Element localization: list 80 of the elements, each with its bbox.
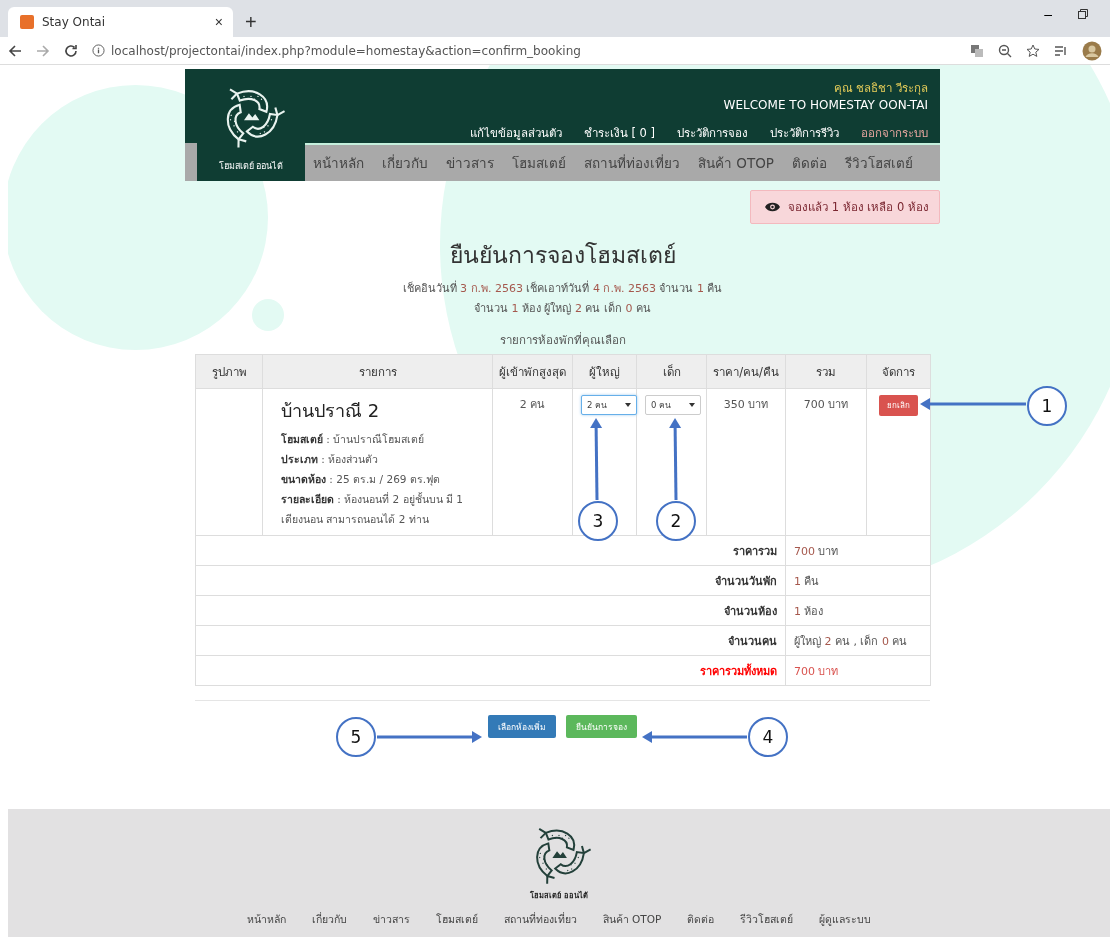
column-header: รูปภาพ xyxy=(195,354,263,389)
total-label: จำนวนวันพัก xyxy=(195,565,786,596)
total-value: 700 บาท xyxy=(785,535,931,566)
address-bar[interactable]: localhost/projectontai/index.php?module=homestay&action=confirm_booking xyxy=(111,43,581,58)
add-room-button[interactable]: เลือกห้องเพิ่ม xyxy=(488,715,556,738)
column-header: เด็ก xyxy=(636,354,707,389)
column-header: ผู้เข้าพักสูงสุด xyxy=(492,354,573,389)
caret-icon xyxy=(689,403,695,407)
restore-icon[interactable] xyxy=(1078,9,1088,19)
footer-link[interactable]: ผู้ดูแลระบบ xyxy=(819,911,872,928)
column-header: ราคา/คน/คืน xyxy=(706,354,786,389)
playlist-icon[interactable] xyxy=(1054,43,1068,58)
table-cell: 2 คน xyxy=(492,388,573,536)
account-link[interactable]: แก้ไขข้อมูลส่วนตัว xyxy=(469,124,562,142)
reload-icon[interactable] xyxy=(64,43,78,58)
room-detail: ประเภท : ห้องส่วนตัว xyxy=(281,452,380,467)
translate-icon[interactable] xyxy=(970,43,984,58)
table-cell: 350 บาท xyxy=(706,388,786,536)
account-link[interactable]: ประวัติการรีวิว xyxy=(770,124,839,142)
total-label: จำนวนห้อง xyxy=(195,595,786,626)
footer-link[interactable]: โฮมสเตย์ xyxy=(435,911,478,928)
footer-link[interactable]: สถานที่ท่องเที่ยว xyxy=(503,911,577,928)
footer-link[interactable]: หน้าหลัก xyxy=(246,911,286,928)
zoom-icon[interactable] xyxy=(998,43,1012,58)
footer-link[interactable]: ติดต่อ xyxy=(687,911,715,928)
footer-link[interactable]: สินค้า OTOP xyxy=(602,911,662,928)
total-value: 1 ห้อง xyxy=(785,595,931,626)
total-value: ผู้ใหญ่ 2 คน , เด็ก 0 คน xyxy=(785,625,931,656)
profile-avatar-icon[interactable] xyxy=(1082,40,1102,61)
nav-link[interactable]: สินค้า OTOP xyxy=(698,152,774,174)
browser-tab[interactable]: Stay Ontai × xyxy=(8,7,233,37)
account-link[interactable]: ออกจากระบบ xyxy=(861,124,928,142)
favicon-icon xyxy=(20,15,34,29)
adults-select[interactable]: 2 คน xyxy=(581,395,637,415)
account-link[interactable]: ชำระเงิน [ 0 ] xyxy=(583,124,655,142)
total-label: ราคารวมทั้งหมด xyxy=(195,655,786,686)
column-header: รวม xyxy=(785,354,867,389)
table-cell: 700 บาท xyxy=(785,388,867,536)
star-icon[interactable] xyxy=(1026,43,1040,58)
eye-icon xyxy=(765,202,781,212)
nav-link[interactable]: ข่าวสาร xyxy=(446,152,494,174)
callout-number: 5 xyxy=(336,717,376,757)
footer-link[interactable]: ข่าวสาร xyxy=(372,911,410,928)
nav-link[interactable]: สถานที่ท่องเที่ยว xyxy=(584,152,680,174)
user-name: คุณ ชลธิชา วีระกุล xyxy=(833,80,928,97)
total-value: 700 บาท xyxy=(785,655,931,686)
nav-link[interactable]: รีวิวโฮสเตย์ xyxy=(844,152,913,174)
nav-link[interactable]: หน้าหลัก xyxy=(313,152,364,174)
account-link[interactable]: ประวัติการจอง xyxy=(677,124,748,142)
callout-number: 4 xyxy=(748,717,788,757)
cancel-button[interactable]: ยกเลิก xyxy=(879,395,918,416)
info-icon[interactable] xyxy=(92,44,105,57)
alert-text: จองแล้ว 1 ห้อง เหลือ 0 ห้อง xyxy=(788,199,929,216)
logo-text: โฮมสเตย์ ออนไต้ xyxy=(218,160,284,173)
caret-icon xyxy=(625,403,631,407)
children-select[interactable]: 0 คน xyxy=(645,395,701,415)
booking-summary-text: เช็คอินวันที่ 3 ก.พ. 2563 เช็คเอาท์วันที่ 4 ก.พ. 2563 จำนวน 1 คืน xyxy=(402,279,723,297)
page-title: ยืนยันการจองโฮมสเตย์ xyxy=(448,241,677,270)
footer-link[interactable]: เกี่ยวกับ xyxy=(311,911,347,928)
booking-summary-text: จำนวน 1 ห้อง ผู้ใหญ่ 2 คน เด็ก 0 คน xyxy=(474,300,651,317)
total-value: 1 คืน xyxy=(785,565,931,596)
footer-link[interactable]: รีวิวโฮสเตย์ xyxy=(740,911,794,928)
nav-link[interactable]: โฮมสเตย์ xyxy=(512,152,566,174)
minimize-button[interactable]: – xyxy=(1044,6,1052,22)
room-detail: ขนาดห้อง : 25 ตร.ม / 269 ตร.ฟุต xyxy=(281,472,442,488)
back-icon[interactable] xyxy=(8,43,22,58)
total-label: จำนวนคน xyxy=(195,625,786,656)
column-header: ผู้ใหญ่ xyxy=(572,354,637,389)
room-detail: โฮมสเตย์ : บ้านปราณีโฮมสเตย์ xyxy=(281,432,426,447)
column-header: รายการ xyxy=(262,354,493,389)
tab-close-button[interactable]: × xyxy=(212,14,225,30)
tab-title: Stay Ontai xyxy=(42,15,107,29)
new-tab-button[interactable]: + xyxy=(241,11,261,34)
welcome-text: WELCOME TO HOMESTAY OON-TAI xyxy=(723,98,928,112)
room-name: บ้านปราณี 2 xyxy=(281,399,381,423)
table-caption: รายการห้องพักที่คุณเลือก xyxy=(498,331,627,349)
nav-link[interactable]: ติดต่อ xyxy=(791,152,827,174)
column-header: จัดการ xyxy=(866,354,931,389)
room-detail: รายละเอียด : ห้องนอนที่ 2 อยู่ชั้นบน มี 1 เตียงนอน สามารถนอนได้ 2 ท่าน xyxy=(281,491,464,527)
nav-link[interactable]: เกี่ยวกับ xyxy=(382,152,428,174)
